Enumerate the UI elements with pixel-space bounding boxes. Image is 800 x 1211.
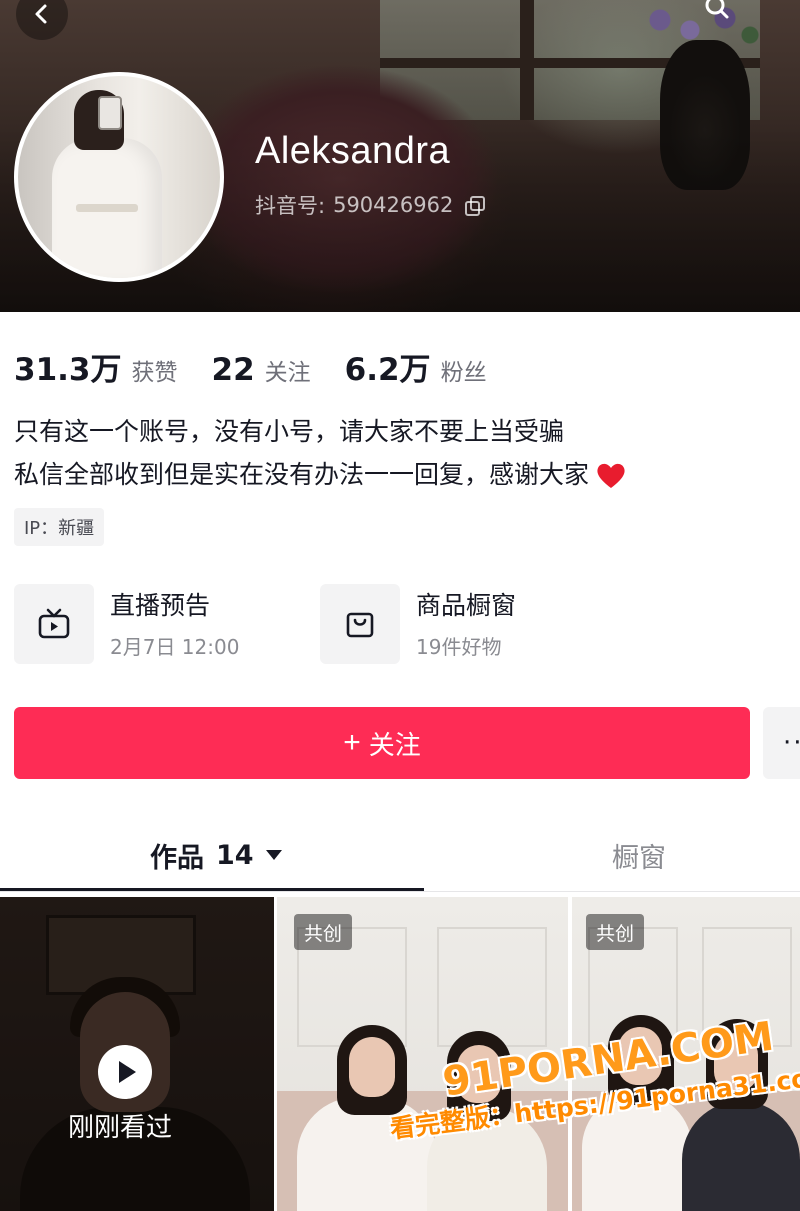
profile-stats: 31.3万 获赞 22 关注 6.2万 粉丝 — [14, 344, 521, 389]
stat-following-label: 关注 — [264, 360, 311, 386]
person-body — [682, 1101, 800, 1211]
shopping-bag-icon — [346, 612, 374, 638]
shop-window-title: 商品橱窗 — [416, 591, 517, 620]
card-icon-box — [14, 584, 94, 664]
tab-shop-window[interactable]: 橱窗 — [612, 832, 666, 878]
follow-label: 关注 — [368, 729, 421, 760]
card-icon-box — [320, 584, 400, 664]
ip-location-tag: IP：新疆 — [14, 508, 105, 546]
tab-divider — [0, 891, 800, 892]
stat-likes[interactable]: 31.3万 获赞 — [14, 344, 178, 389]
play-icon — [118, 1061, 136, 1083]
douyin-id[interactable]: 抖音号: 590426962 — [255, 190, 486, 220]
wall-panel — [437, 927, 547, 1047]
tab-works-count: 14 — [216, 839, 254, 871]
play-button[interactable] — [98, 1045, 152, 1099]
stat-followers-label: 粉丝 — [440, 360, 487, 386]
shop-window-count: 19件好物 — [416, 635, 502, 659]
bio-line-2: 私信全部收到但是实在没有办法一一回复，感谢大家 — [14, 460, 590, 489]
live-preview-time: 2月7日 12:00 — [110, 635, 240, 659]
live-preview-card[interactable]: 直播预告 2月7日 12:00 — [14, 584, 239, 664]
profile-nickname: Aleksandra — [255, 130, 451, 172]
follow-button[interactable]: + 关注 — [14, 707, 750, 779]
profile-cover: Aleksandra 抖音号: 590426962 — [0, 0, 800, 312]
avatar[interactable] — [14, 72, 224, 282]
shop-window-card[interactable]: 商品橱窗 19件好物 — [320, 584, 516, 664]
tab-works-label: 作品 — [150, 842, 204, 874]
video-thumbnail[interactable]: 刚刚看过 — [0, 897, 274, 1211]
avatar-phone — [98, 96, 122, 130]
live-preview-title: 直播预告 — [110, 591, 211, 620]
stat-following[interactable]: 22 关注 — [212, 352, 311, 388]
cocreate-tag: 共创 — [294, 914, 353, 950]
just-watched-label: 刚刚看过 — [68, 1113, 173, 1143]
plus-icon: + — [343, 726, 361, 759]
tab-shop-window-label: 橱窗 — [612, 842, 666, 874]
tv-icon — [38, 608, 70, 639]
more-button[interactable]: ··· — [763, 707, 800, 779]
cocreate-tag: 共创 — [586, 914, 645, 950]
bio-line-1: 只有这一个账号，没有小号，请大家不要上当受骗 — [14, 417, 565, 446]
stat-followers-value: 6.2万 — [344, 352, 431, 388]
stat-likes-value: 31.3万 — [14, 352, 122, 388]
copy-icon[interactable] — [465, 196, 486, 216]
heart-icon — [595, 460, 627, 490]
search-icon — [705, 0, 729, 19]
tab-works[interactable]: 作品 14 — [150, 832, 282, 878]
stat-following-value: 22 — [211, 352, 255, 388]
stat-likes-label: 获赞 — [131, 360, 178, 386]
profile-bio: 只有这一个账号，没有小号，请大家不要上当受骗 私信全部收到但是实在没有办法一一回… — [14, 410, 774, 496]
caret-down-icon[interactable] — [265, 850, 282, 860]
avatar-belt — [76, 204, 138, 212]
stat-followers[interactable]: 6.2万 粉丝 — [345, 344, 487, 389]
bio-line-2-wrap: 私信全部收到但是实在没有办法一一回复，感谢大家 — [14, 453, 774, 496]
douyin-id-label: 抖音号: — [255, 194, 326, 218]
chevron-left-icon — [35, 4, 47, 24]
douyin-id-value: 590426962 — [333, 193, 454, 217]
person-face — [349, 1037, 395, 1097]
